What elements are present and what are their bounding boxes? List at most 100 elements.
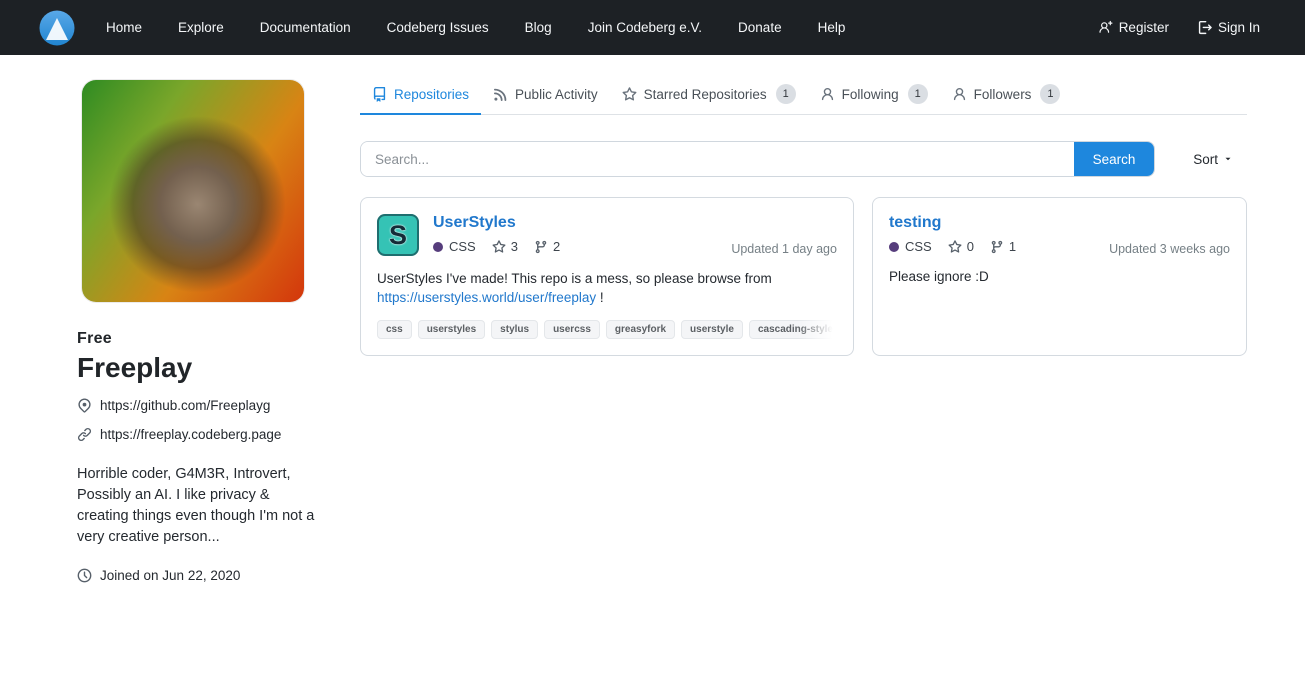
topic-chip[interactable]: cascading-style-sh (749, 320, 837, 339)
repo-forks[interactable]: 1 (990, 239, 1016, 254)
tab-starred-repositories[interactable]: Starred Repositories 1 (610, 78, 808, 115)
tab-public-activity[interactable]: Public Activity (481, 78, 610, 115)
topic-chip[interactable]: userstyles (418, 320, 485, 339)
sign-in-link[interactable]: Sign In (1197, 20, 1260, 35)
person-plus-icon (1098, 20, 1113, 35)
tab-label: Starred Repositories (644, 87, 767, 102)
repo-description-suffix: ! (596, 290, 604, 305)
navbar: Home Explore Documentation Codeberg Issu… (0, 0, 1305, 55)
language-label: CSS (905, 239, 932, 254)
repo-description-link[interactable]: https://userstyles.world/user/freeplay (377, 290, 596, 305)
repo-avatar-letter: S (389, 220, 407, 251)
main-nav: Home Explore Documentation Codeberg Issu… (106, 20, 845, 35)
fork-count: 2 (553, 239, 560, 254)
chevron-down-icon (1223, 154, 1233, 164)
repo-card-userstyles: S UserStyles CSS 3 (360, 197, 854, 356)
search-group: Search (360, 141, 1155, 177)
repo-icon (372, 87, 387, 102)
profile-full-name: Free (77, 330, 317, 348)
repo-forks[interactable]: 2 (534, 239, 560, 254)
tab-repositories[interactable]: Repositories (360, 78, 481, 115)
repo-stars[interactable]: 0 (948, 239, 974, 254)
nav-codeberg-issues[interactable]: Codeberg Issues (387, 20, 489, 35)
star-count: 0 (967, 239, 974, 254)
repo-updated: Updated 1 day ago (731, 242, 837, 256)
repo-card-testing: testing CSS 0 1 (872, 197, 1247, 356)
nav-documentation[interactable]: Documentation (260, 20, 351, 35)
repo-description: Please ignore :D (889, 268, 1230, 287)
repo-avatar: S (377, 214, 419, 256)
profile-joined-row: Joined on Jun 22, 2020 (77, 568, 317, 583)
nav-join-codeberg[interactable]: Join Codeberg e.V. (588, 20, 702, 35)
git-fork-icon (534, 240, 548, 254)
star-icon (492, 240, 506, 254)
following-count-badge: 1 (908, 84, 928, 104)
search-row: Search Sort (360, 141, 1247, 177)
fork-count: 1 (1009, 239, 1016, 254)
link-icon (77, 427, 92, 442)
profile-website-link[interactable]: https://freeplay.codeberg.page (100, 427, 281, 442)
clock-icon (77, 568, 92, 583)
star-count: 3 (511, 239, 518, 254)
profile-website-row: https://freeplay.codeberg.page (77, 427, 317, 442)
repo-stars[interactable]: 3 (492, 239, 518, 254)
star-icon (948, 240, 962, 254)
codeberg-logo[interactable] (38, 9, 76, 47)
tab-followers[interactable]: Followers 1 (940, 78, 1073, 115)
nav-home[interactable]: Home (106, 20, 142, 35)
profile-sidebar: Free Freeplay https://github.com/Freepla… (77, 80, 317, 583)
register-link[interactable]: Register (1098, 20, 1169, 35)
sign-in-icon (1197, 20, 1212, 35)
tab-label: Repositories (394, 87, 469, 102)
repo-description-text: UserStyles I've made! This repo is a mes… (377, 271, 772, 286)
profile-username: Freeplay (77, 352, 317, 384)
search-button[interactable]: Search (1074, 142, 1154, 176)
language-label: CSS (449, 239, 476, 254)
main-content: Repositories Public Activity Starred Rep… (360, 78, 1247, 356)
repo-updated: Updated 3 weeks ago (1109, 242, 1230, 256)
rss-icon (493, 87, 508, 102)
repo-language: CSS (889, 239, 932, 254)
topic-chip[interactable]: stylus (491, 320, 538, 339)
topic-chip[interactable]: greasyfork (606, 320, 675, 339)
profile-location-row: https://github.com/Freeplayg (77, 398, 317, 413)
repo-link[interactable]: UserStyles (433, 214, 516, 232)
profile-bio: Horrible coder, G4M3R, Introvert, Possib… (77, 464, 315, 548)
git-fork-icon (990, 240, 1004, 254)
search-input[interactable] (361, 142, 1074, 176)
location-pin-icon (77, 398, 92, 413)
profile-tabs: Repositories Public Activity Starred Rep… (360, 78, 1247, 115)
repo-link[interactable]: testing (889, 214, 941, 232)
nav-donate[interactable]: Donate (738, 20, 782, 35)
starred-count-badge: 1 (776, 84, 796, 104)
topic-chip[interactable]: userstyle (681, 320, 743, 339)
sign-in-label: Sign In (1218, 20, 1260, 35)
tab-label: Followers (974, 87, 1032, 102)
codeberg-logo-icon (38, 9, 76, 47)
register-label: Register (1119, 20, 1169, 35)
nav-blog[interactable]: Blog (525, 20, 552, 35)
tab-following[interactable]: Following 1 (808, 78, 940, 115)
profile-location-text: https://github.com/Freeplayg (100, 398, 270, 413)
repository-list: S UserStyles CSS 3 (360, 197, 1247, 356)
sort-label: Sort (1193, 152, 1218, 167)
repo-meta: CSS 3 2 (433, 239, 560, 254)
tab-label: Public Activity (515, 87, 598, 102)
person-icon (952, 87, 967, 102)
repo-language: CSS (433, 239, 476, 254)
language-dot-icon (889, 242, 899, 252)
sort-dropdown[interactable]: Sort (1193, 152, 1247, 167)
nav-help[interactable]: Help (818, 20, 846, 35)
user-avatar[interactable] (82, 80, 304, 302)
nav-explore[interactable]: Explore (178, 20, 224, 35)
star-icon (622, 87, 637, 102)
repo-description: UserStyles I've made! This repo is a mes… (377, 270, 837, 308)
tab-label: Following (842, 87, 899, 102)
profile-joined-text: Joined on Jun 22, 2020 (100, 568, 240, 583)
person-icon (820, 87, 835, 102)
repo-topics: css userstyles stylus usercss greasyfork… (377, 320, 837, 339)
topic-chip[interactable]: css (377, 320, 412, 339)
followers-count-badge: 1 (1040, 84, 1060, 104)
language-dot-icon (433, 242, 443, 252)
topic-chip[interactable]: usercss (544, 320, 600, 339)
